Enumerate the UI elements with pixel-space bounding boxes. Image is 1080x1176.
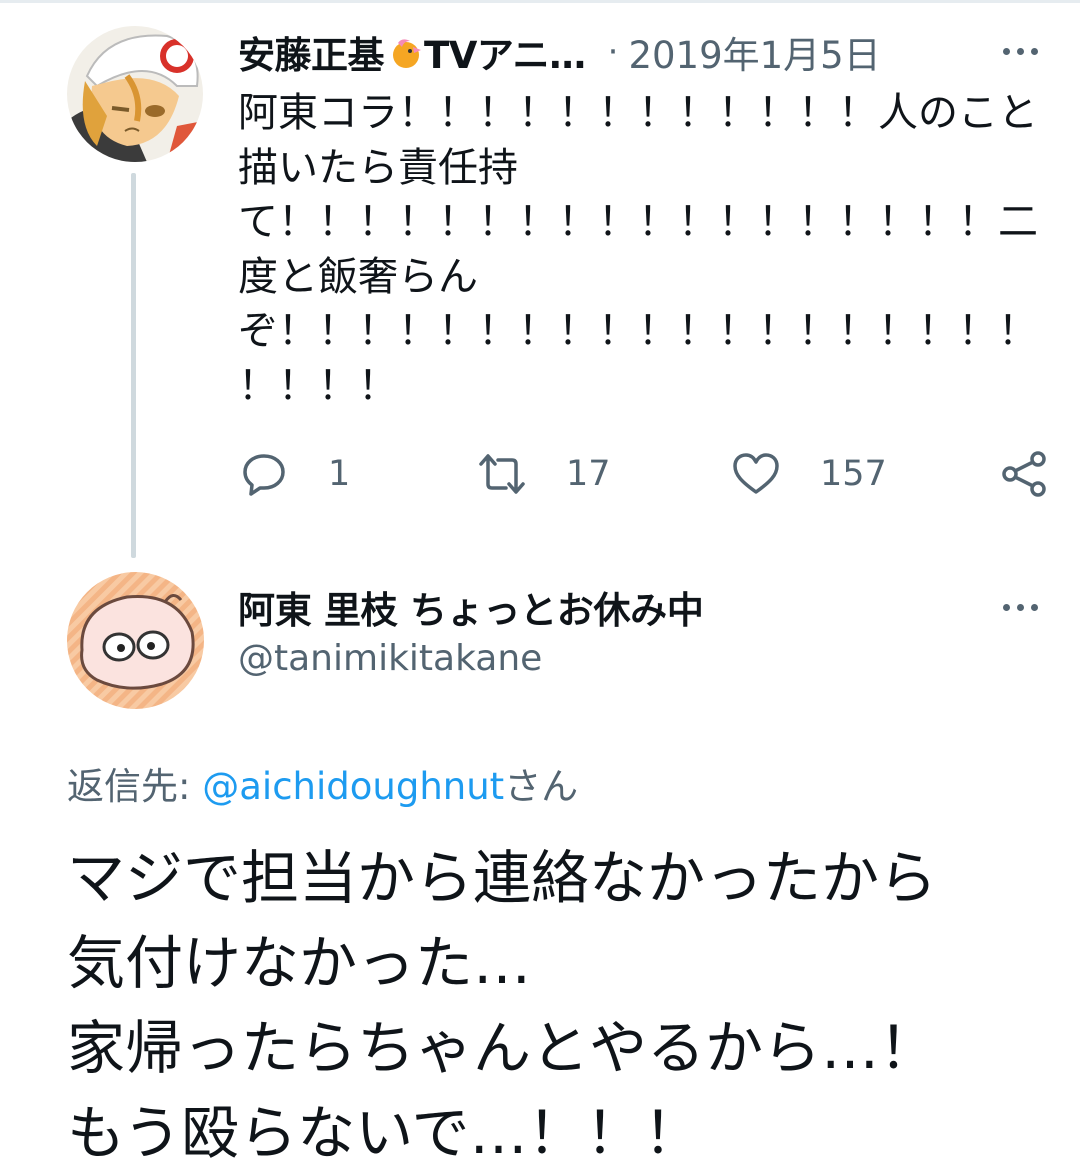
tweet-text-line: ！！！！ (238, 362, 398, 409)
tweet-text-line: 家帰ったらちゃんとやるから…！ (67, 1014, 938, 1082)
reply-tweet-text: マジで担当から連絡なかったから 気付けなかった… 家帰ったらちゃんとやるから…！… (67, 836, 1057, 1176)
like-button[interactable]: 157 (732, 450, 887, 498)
thread-line (131, 173, 136, 558)
parent-tweet-text: 阿東コラ！！！！！！！！！！！！人のこと 描いたら責任持 て！！！！！！！！！！… (238, 86, 1048, 413)
replying-to-label: 返信先: (67, 765, 203, 808)
retweet-count: 17 (566, 454, 611, 494)
heart-icon (733, 453, 779, 494)
parent-display-name-rest[interactable]: TVアニ… (424, 25, 586, 79)
replying-to-mention[interactable]: @aichidoughnut (202, 765, 504, 808)
separator-dot: · (607, 32, 619, 72)
more-options-icon[interactable] (1003, 48, 1038, 55)
tweet-text-line: 度と飯奢らん (238, 253, 478, 300)
tweet-text-line: て！！！！！！！！！！！！！！！！！！二 (238, 199, 1038, 245)
bird-emoji-icon (388, 35, 422, 69)
tweet-date[interactable]: 2019年1月5日 (628, 25, 880, 79)
reply-button[interactable]: 1 (240, 450, 350, 498)
replying-to-suffix: さん (504, 765, 579, 808)
share-icon (1002, 451, 1046, 497)
reply-avatar[interactable] (67, 572, 204, 709)
reply-display-name[interactable]: 阿東 里枝 ちょっとお休み中 (238, 580, 704, 634)
top-divider (0, 0, 1080, 3)
reply-count: 1 (328, 454, 351, 494)
tweet-actions: 1 17 157 (238, 450, 1058, 506)
tweet-text-line: 阿東コラ！！！！！！！！！！！！人のこと (238, 90, 1038, 136)
reply-icon (243, 454, 285, 496)
share-button[interactable] (1000, 450, 1048, 498)
replying-to: 返信先: @aichidoughnutさん (67, 756, 578, 810)
more-options-icon[interactable] (1003, 604, 1038, 611)
retweet-button[interactable]: 17 (478, 450, 611, 498)
tweet-text-line: ぞ！！！！！！！！！！！！！！！！！！！ (238, 308, 1038, 354)
parent-display-name[interactable]: 安藤正基 (238, 25, 385, 79)
tweet-text-line: 気付けなかった… (67, 929, 532, 997)
parent-tweet-header: 安藤正基 TVアニ… · 2019年1月5日 (238, 24, 881, 80)
reply-handle[interactable]: @tanimikitakane (238, 638, 542, 679)
tweet-text-line: もう殴らないで…！！！ (67, 1099, 702, 1167)
tweet-text-line: マジで担当から連絡なかったから (67, 844, 938, 912)
retweet-icon (479, 454, 525, 494)
parent-avatar[interactable] (67, 26, 203, 162)
like-count: 157 (820, 454, 887, 494)
tweet-text-line: 描いたら責任持 (238, 144, 518, 191)
